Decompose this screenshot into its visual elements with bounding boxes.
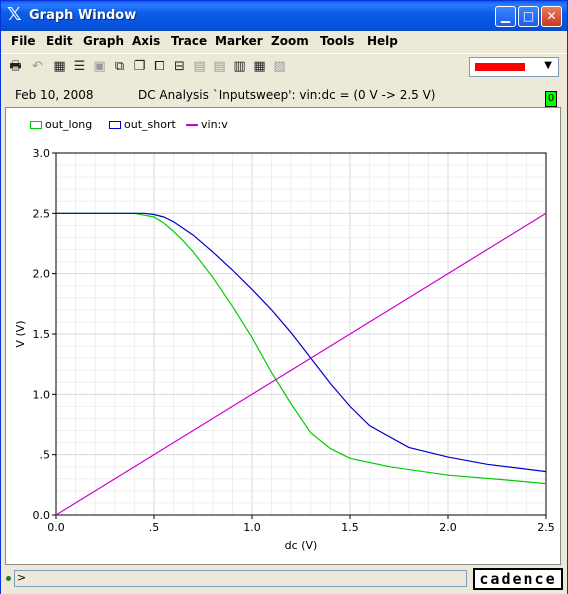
maximize-icon: □ — [522, 9, 535, 23]
x-tick-label: 2.5 — [537, 521, 555, 534]
plot-area[interactable]: out_long out_short vin:v 0.0.5 1.0 1.5 2.0 2… — [5, 107, 561, 565]
y-axis-label: V (V) — [14, 320, 27, 347]
menu-graph[interactable]: Graph — [83, 34, 124, 48]
list-icon[interactable]: ☰ — [71, 58, 88, 75]
maximize-button[interactable]: □ — [518, 6, 539, 27]
y-tick-label: 2.5 — [33, 207, 51, 220]
chevron-down-icon: ▼ — [544, 60, 552, 71]
y-tick-label: 0.0 — [33, 509, 51, 522]
analysis-date: Feb 10, 2008 — [15, 88, 94, 102]
menu-tools[interactable]: Tools — [320, 34, 354, 48]
x-tick-label: 2.0 — [439, 521, 457, 534]
x-tick-label: 0.0 — [47, 521, 65, 534]
cadence-logo: cadence — [473, 568, 563, 590]
strip-icon[interactable]: ❐ — [131, 58, 148, 75]
toolbar: 🖶 ↶ ▦ ☰ ▣ ⧉ ❐ ⧠ ⊟ ▤ ▤ ▥ ▦ ▨ ▼ — [1, 53, 567, 80]
y-tick-label: 1.0 — [33, 388, 51, 401]
frame-icon[interactable]: ▣ — [91, 58, 108, 75]
series-line-out-short — [56, 212, 547, 473]
analysis-info-bar: Feb 10, 2008 DC Analysis `Inputsweep': v… — [5, 83, 561, 108]
menu-edit[interactable]: Edit — [46, 34, 73, 48]
print-icon[interactable]: 🖶 — [7, 58, 24, 75]
window-title: Graph Window — [29, 8, 137, 23]
menu-help[interactable]: Help — [367, 34, 398, 48]
minimize-button[interactable]: ▁ — [495, 6, 516, 27]
y-tick-label: .5 — [40, 449, 51, 462]
undo-icon[interactable]: ↶ — [29, 58, 46, 75]
split-icon[interactable]: ⧉ — [111, 58, 128, 75]
trace-color-select[interactable]: ▼ — [469, 57, 559, 77]
calculator-icon[interactable]: ▥ — [231, 58, 248, 75]
y-tick-label: 3.0 — [33, 147, 51, 160]
menu-marker[interactable]: Marker — [215, 34, 263, 48]
stack-icon[interactable]: ⊟ — [171, 58, 188, 75]
window-icon[interactable]: ⧠ — [151, 58, 168, 75]
minimize-icon: ▁ — [500, 9, 511, 23]
x-axis-label: dc (V) — [285, 539, 318, 552]
menu-zoom[interactable]: Zoom — [271, 34, 309, 48]
close-icon: ✕ — [546, 9, 557, 23]
trace-color-swatch — [475, 63, 525, 71]
x-tick-label: 1.5 — [341, 521, 359, 534]
x-tick-label: .5 — [149, 521, 160, 534]
series-line-vin-v — [55, 212, 547, 516]
status-dot-icon — [6, 576, 11, 581]
y-tick-label: 1.5 — [33, 328, 51, 341]
grid-icon[interactable]: ▦ — [51, 58, 68, 75]
close-button[interactable]: ✕ — [541, 6, 562, 27]
menu-axis[interactable]: Axis — [132, 34, 160, 48]
menu-file[interactable]: File — [11, 34, 36, 48]
bus2-icon[interactable]: ▤ — [211, 58, 228, 75]
chart-svg: 0.0 .5 1.0 1.5 2.0 2.5 0.0 .5 1.0 1.5 2.0 2.5 3.0 dc … — [14, 147, 555, 552]
menu-trace[interactable]: Trace — [171, 34, 207, 48]
status-badge: 0 — [545, 91, 557, 107]
eye-icon[interactable]: ▨ — [271, 58, 288, 75]
command-input[interactable]: > — [14, 570, 467, 587]
menu-bar: File Edit Graph Axis Trace Marker Zoom T… — [1, 31, 567, 51]
title-bar[interactable]: 𝕏 Graph Window ▁ □ ✕ — [1, 1, 567, 31]
graph-window: 𝕏 Graph Window ▁ □ ✕ File Edit Graph Axi… — [0, 0, 568, 594]
table-icon[interactable]: ▦ — [251, 58, 268, 75]
analysis-description: DC Analysis `Inputsweep': vin:dc = (0 V … — [138, 88, 436, 102]
x-tick-label: 1.0 — [243, 521, 261, 534]
x-window-icon: 𝕏 — [7, 4, 22, 25]
status-bar: > cadence — [1, 566, 567, 594]
y-tick-label: 2.0 — [33, 268, 51, 281]
bus-icon[interactable]: ▤ — [191, 58, 208, 75]
